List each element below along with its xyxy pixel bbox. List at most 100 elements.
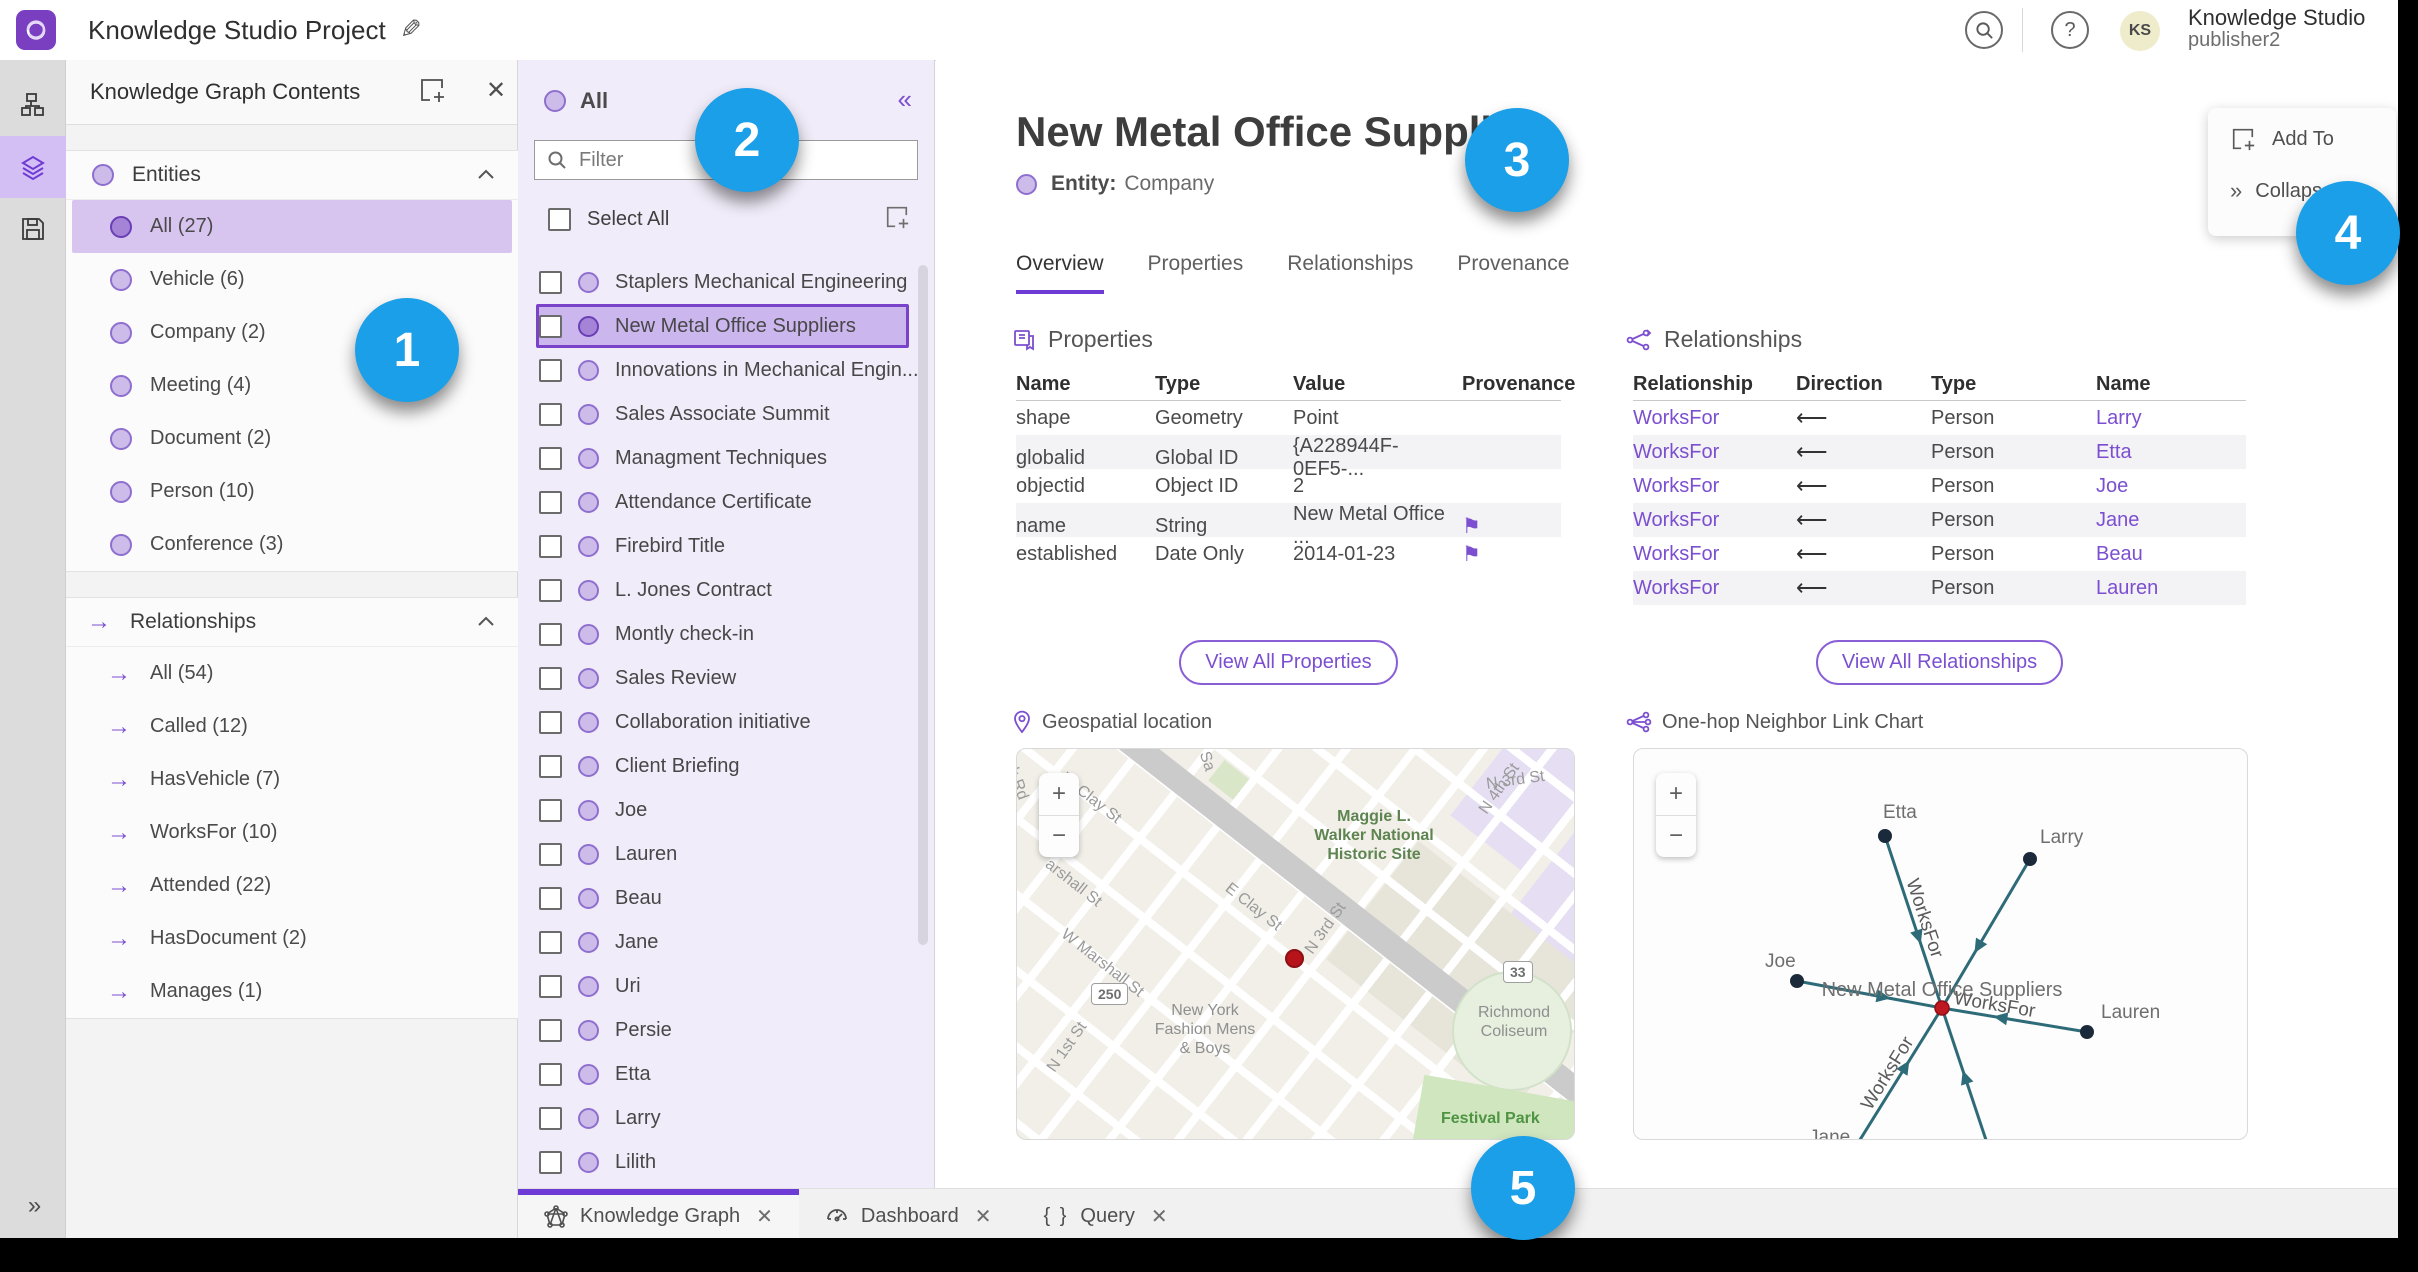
view-all-relationships-button[interactable]: View All Relationships [1815, 640, 2064, 685]
close-tab-icon[interactable]: ✕ [975, 1204, 992, 1229]
list-item[interactable]: Innovations in Mechanical Engin... [536, 348, 919, 392]
link-chart-panel[interactable]: WorksFor WorksFor WorksFor Etta Larry Joe Laur… [1633, 748, 2248, 1140]
item-checkbox[interactable] [539, 886, 562, 910]
list-item[interactable]: Sales Associate Summit [536, 392, 909, 436]
layers-icon[interactable] [0, 136, 66, 198]
item-checkbox[interactable] [539, 930, 562, 954]
list-item[interactable]: Persie [536, 1008, 909, 1052]
chart-edge-arrow[interactable] [1969, 937, 1988, 957]
relationship-link[interactable]: WorksFor [1633, 509, 1796, 532]
tab-properties[interactable]: Properties [1148, 252, 1244, 294]
table-row[interactable]: WorksFor ⟵ Person Joe [1633, 469, 2246, 503]
item-checkbox[interactable] [539, 710, 562, 734]
zoom-out-button[interactable]: − [1039, 816, 1079, 858]
relationships-section-header[interactable]: → Relationships [66, 598, 518, 647]
chart-node[interactable] [1790, 974, 1804, 988]
sidebar-item-manages[interactable]: → Manages (1) [72, 965, 512, 1018]
provenance-flag-icon[interactable]: ⚑ [1462, 542, 1561, 567]
chart-node-label[interactable]: Jane [1809, 1127, 1850, 1139]
name-link[interactable]: Larry [2096, 407, 2246, 430]
name-link[interactable]: Jane [2096, 509, 2246, 532]
help-button[interactable]: ? [2051, 11, 2089, 49]
name-link[interactable]: Etta [2096, 441, 2246, 464]
list-item[interactable]: Montly check-in [536, 612, 909, 656]
item-checkbox[interactable] [539, 402, 562, 426]
list-item[interactable]: Beau [536, 876, 909, 920]
sidebar-item-document[interactable]: Document (2) [72, 412, 512, 465]
sidebar-item-all[interactable]: → All (54) [72, 647, 512, 700]
sidebar-item-worksfor[interactable]: → WorksFor (10) [72, 806, 512, 859]
provenance-flag-icon[interactable]: ⚑ [1462, 514, 1561, 539]
item-checkbox[interactable] [539, 358, 562, 382]
list-item[interactable]: Firebird Title [536, 524, 909, 568]
close-tab-icon[interactable]: ✕ [756, 1204, 773, 1229]
add-new-icon[interactable] [418, 76, 446, 104]
chart-node[interactable] [1878, 829, 1892, 843]
list-item[interactable]: Etta [536, 1052, 909, 1096]
chart-edge-arrow[interactable] [1957, 1068, 1974, 1086]
table-row[interactable]: established Date Only 2014-01-23 ⚑ [1016, 537, 1561, 571]
sidebar-item-attended[interactable]: → Attended (22) [72, 859, 512, 912]
list-item[interactable]: Lauren [536, 832, 909, 876]
table-row[interactable]: WorksFor ⟵ Person Larry [1633, 401, 2246, 435]
tab-dashboard[interactable]: Dashboard ✕ [799, 1189, 1018, 1238]
sidebar-item-vehicle[interactable]: Vehicle (6) [72, 253, 512, 306]
sidebar-item-hasvehicle[interactable]: → HasVehicle (7) [72, 753, 512, 806]
schema-icon[interactable] [0, 74, 66, 136]
list-item[interactable]: Staplers Mechanical Engineering [536, 260, 909, 304]
item-checkbox[interactable] [539, 490, 562, 514]
relationship-link[interactable]: WorksFor [1633, 543, 1796, 566]
item-checkbox[interactable] [539, 446, 562, 470]
item-checkbox[interactable] [539, 534, 562, 558]
name-link[interactable]: Joe [2096, 475, 2246, 498]
table-row[interactable]: globalid Global ID {A228944F-0EF5-... [1016, 435, 1561, 480]
map-panel[interactable]: k Rd W Clay St Sa N 3rd St N 4th St Maggie L.… [1016, 748, 1575, 1140]
sidebar-item-called[interactable]: → Called (12) [72, 700, 512, 753]
list-item[interactable]: Attendance Certificate [536, 480, 909, 524]
list-item[interactable]: Client Briefing [536, 744, 909, 788]
relationship-link[interactable]: WorksFor [1633, 407, 1796, 430]
chart-node-label[interactable]: Larry [2040, 827, 2084, 848]
tab-relationships[interactable]: Relationships [1287, 252, 1413, 294]
chart-node-label[interactable]: Joe [1765, 951, 1796, 972]
item-checkbox[interactable] [539, 314, 562, 338]
chart-node-label[interactable]: Lauren [2101, 1002, 2160, 1023]
view-all-properties-button[interactable]: View All Properties [1179, 640, 1398, 685]
zoom-in-button[interactable]: + [1039, 773, 1079, 816]
item-checkbox[interactable] [539, 1062, 562, 1086]
item-checkbox[interactable] [539, 974, 562, 998]
close-tab-icon[interactable]: ✕ [1151, 1204, 1168, 1229]
save-icon[interactable] [0, 198, 66, 260]
rail-expand-icon[interactable]: » [0, 1192, 66, 1220]
list-item[interactable]: Larry [536, 1096, 909, 1140]
list-item[interactable]: Collaboration initiative [536, 700, 909, 744]
list-item[interactable]: Sales Review [536, 656, 909, 700]
list-item[interactable]: New Metal Office Suppliers [536, 304, 909, 348]
table-row[interactable]: shape Geometry Point [1016, 401, 1561, 435]
chart-center-label[interactable]: New Metal Office Suppliers [1822, 979, 2063, 1001]
table-row[interactable]: objectid Object ID 2 [1016, 469, 1561, 503]
item-checkbox[interactable] [539, 842, 562, 866]
relationship-link[interactable]: WorksFor [1633, 441, 1796, 464]
chart-edge-label[interactable]: WorksFor [1857, 1033, 1919, 1114]
collapse-panel-icon[interactable]: « [898, 84, 912, 115]
sidebar-item-person[interactable]: Person (10) [72, 465, 512, 518]
relationship-link[interactable]: WorksFor [1633, 475, 1796, 498]
select-all-row[interactable]: Select All [548, 206, 918, 231]
list-item[interactable]: Uri [536, 964, 909, 1008]
add-new-icon[interactable] [884, 204, 910, 230]
user-avatar[interactable]: KS [2120, 11, 2160, 51]
item-checkbox[interactable] [539, 622, 562, 646]
table-row[interactable]: WorksFor ⟵ Person Etta [1633, 435, 2246, 469]
item-checkbox[interactable] [539, 666, 562, 690]
chart-center-node[interactable] [1934, 1000, 1950, 1016]
edit-title-icon[interactable]: ✎ [400, 14, 422, 45]
chevron-up-icon[interactable] [478, 169, 494, 179]
sidebar-item-hasdocument[interactable]: → HasDocument (2) [72, 912, 512, 965]
table-row[interactable]: WorksFor ⟵ Person Lauren [1633, 571, 2246, 605]
tab-overview[interactable]: Overview [1016, 252, 1104, 294]
table-row[interactable]: name String New Metal Office ... ⚑ [1016, 503, 1561, 548]
search-button[interactable] [1965, 11, 2003, 49]
table-row[interactable]: WorksFor ⟵ Person Beau [1633, 537, 2246, 571]
name-link[interactable]: Lauren [2096, 577, 2246, 600]
